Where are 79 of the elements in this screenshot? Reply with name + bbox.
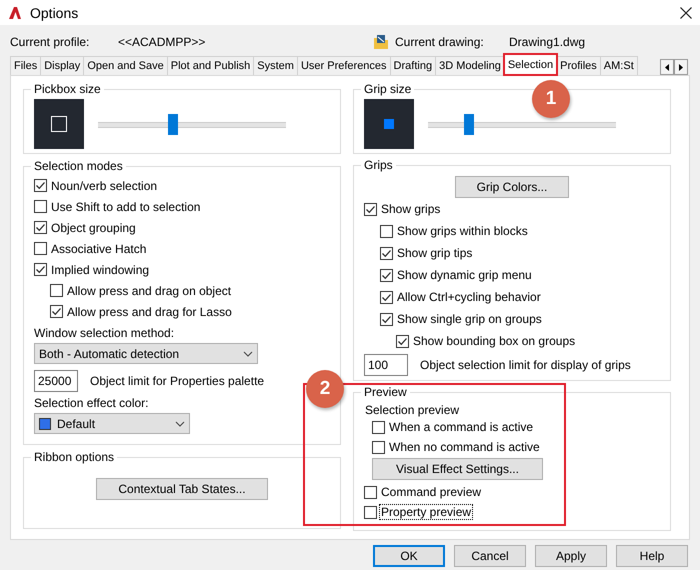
window-title: Options (30, 4, 80, 20)
checkbox[interactable] (380, 246, 393, 260)
tab[interactable]: Selection (504, 54, 558, 75)
effect-color-dropdown[interactable]: Default (34, 413, 190, 434)
app-logo-icon (8, 6, 22, 20)
checkbox[interactable] (396, 334, 409, 348)
caret-icon (243, 350, 253, 356)
checkbox[interactable] (34, 221, 47, 234)
object-limit-field[interactable]: 25000 (34, 370, 78, 392)
checkbox-label[interactable]: Associative Hatch (50, 242, 148, 256)
checkbox-label[interactable]: When a command is active (388, 420, 534, 434)
field-label: Object selection limit for display of grips (420, 358, 631, 372)
group-title: Grips (363, 158, 394, 172)
right-arrow-icon (679, 64, 683, 70)
subsection-title: Selection preview (364, 402, 460, 417)
dialog-button[interactable]: Apply (535, 545, 607, 567)
checkbox-label[interactable]: Allow press and drag on object (66, 284, 232, 298)
field-label: Window selection method: (34, 326, 176, 340)
caret-icon (175, 420, 185, 426)
field-label: Object limit for Properties palette (90, 374, 264, 388)
checkbox-label[interactable]: Command preview (380, 485, 482, 499)
group-title: Pickbox size (33, 82, 102, 96)
checkbox-label[interactable]: Show bounding box on groups (412, 334, 576, 348)
preview-swatch (364, 99, 414, 149)
visual-effect-settings-button[interactable]: Visual Effect Settings... (372, 458, 543, 480)
checkbox-label[interactable]: Implied windowing (50, 262, 150, 276)
dialog-button[interactable]: Help (616, 545, 688, 567)
checkbox[interactable] (364, 506, 377, 518)
drawing-label: Current drawing: (395, 35, 485, 49)
slider-thumb[interactable] (168, 114, 178, 134)
checkbox[interactable] (364, 202, 377, 216)
checkbox[interactable] (34, 263, 47, 276)
dialog-button[interactable]: OK (373, 545, 445, 567)
scroll-right-button[interactable] (674, 59, 688, 75)
drawing-value: Drawing1.dwg (509, 35, 586, 49)
group-title: Preview (363, 385, 408, 399)
close-icon[interactable] (680, 6, 692, 18)
checkbox-label[interactable]: Allow press and drag for Lasso (66, 304, 233, 318)
checkbox[interactable] (372, 420, 385, 434)
checkbox-label[interactable]: Property preview (380, 505, 472, 519)
checkbox-label[interactable]: When no command is active (388, 440, 541, 454)
checkbox-label[interactable]: Show single grip on groups (396, 312, 543, 326)
checkbox[interactable] (50, 284, 63, 297)
checkbox[interactable] (34, 200, 47, 213)
checkbox-label[interactable]: Allow Ctrl+cycling behavior (396, 290, 542, 304)
checkbox-label[interactable]: Show grip tips (396, 246, 474, 260)
checkbox-label[interactable]: Use Shift to add to selection (50, 200, 202, 214)
group-title: Grip size (363, 82, 412, 96)
preview-swatch (34, 99, 84, 149)
checkbox[interactable] (50, 305, 63, 318)
grip-limit-field[interactable]: 100 (364, 354, 408, 376)
group-title: Selection modes (33, 159, 124, 173)
checkbox[interactable] (380, 312, 393, 326)
checkbox-label[interactable]: Show grips (380, 202, 442, 216)
checkbox[interactable] (380, 268, 393, 282)
checkbox[interactable] (380, 290, 393, 304)
left-arrow-icon (665, 64, 669, 70)
tab[interactable]: Files (10, 56, 42, 75)
slider-thumb[interactable] (464, 114, 474, 134)
checkbox-label[interactable]: Noun/verb selection (50, 178, 158, 192)
drawing-file-icon (373, 34, 389, 50)
dialog-button[interactable]: Cancel (454, 545, 526, 567)
contextual-tab-states-button[interactable]: Contextual Tab States... (96, 478, 268, 500)
field-label: Selection effect color: (34, 396, 150, 410)
checkbox-label[interactable]: Show grips within blocks (396, 224, 529, 238)
checkbox-label[interactable]: Object grouping (50, 220, 137, 234)
window-method-dropdown[interactable]: Both - Automatic detection (34, 343, 258, 364)
checkbox[interactable] (372, 440, 385, 454)
checkbox[interactable] (364, 486, 377, 498)
profile-value: <<ACADMPP>> (118, 35, 206, 49)
checkbox[interactable] (380, 224, 393, 238)
checkbox[interactable] (34, 242, 47, 255)
group-title: Ribbon options (33, 450, 116, 464)
tab[interactable]: AM:St (600, 56, 638, 75)
scroll-left-button[interactable] (660, 59, 674, 75)
checkbox[interactable] (34, 179, 47, 192)
profile-label: Current profile: (10, 35, 90, 49)
grip-colors-button[interactable]: Grip Colors... (455, 176, 569, 198)
checkbox-label[interactable]: Show dynamic grip menu (396, 268, 533, 282)
